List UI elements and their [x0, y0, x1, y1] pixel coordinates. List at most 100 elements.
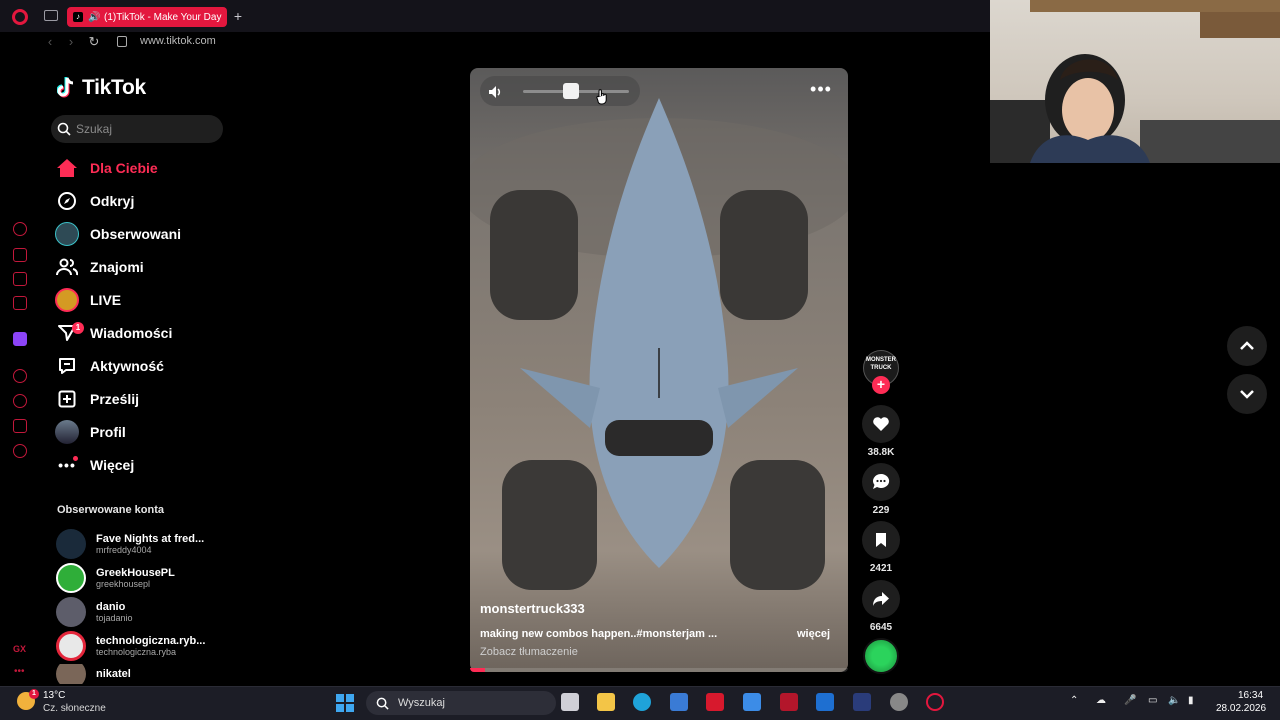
- microphone-icon[interactable]: 🎤: [1124, 695, 1136, 706]
- video-description: making new combos happen..#monsterjam ..…: [480, 628, 718, 640]
- video-progress-fill: [470, 668, 486, 672]
- speaker-icon[interactable]: 🔊: [88, 12, 100, 23]
- steam-icon[interactable]: [890, 693, 908, 711]
- gx-icon[interactable]: GX: [13, 644, 26, 654]
- previous-video-button[interactable]: [1227, 326, 1267, 366]
- pen-app-icon[interactable]: [743, 693, 761, 711]
- weather-badge: 1: [29, 689, 39, 699]
- history-refresh-icon[interactable]: [13, 222, 27, 236]
- more-notification-dot: [73, 456, 78, 461]
- gmail-icon[interactable]: [13, 296, 27, 310]
- music-disc-icon[interactable]: [863, 638, 899, 674]
- live-icon: [54, 287, 80, 313]
- nav-item-messages[interactable]: Wiadomości: [54, 320, 172, 346]
- back-icon[interactable]: ‹: [43, 34, 57, 50]
- twitch-icon[interactable]: [13, 332, 27, 346]
- tiktok-logo[interactable]: TikTok: [57, 76, 146, 100]
- nav-item-for-you[interactable]: Dla Ciebie: [54, 155, 158, 181]
- edge-icon[interactable]: [633, 693, 651, 711]
- friends-icon: [54, 254, 80, 280]
- clock-icon[interactable]: [13, 394, 27, 408]
- next-video-button[interactable]: [1227, 374, 1267, 414]
- volume-icon[interactable]: 🔈: [1168, 695, 1180, 706]
- avatar: [56, 631, 86, 661]
- reload-icon[interactable]: ↻: [87, 34, 101, 50]
- nav-item-more[interactable]: ••• Więcej: [54, 452, 134, 478]
- url-text[interactable]: www.tiktok.com: [140, 35, 216, 47]
- pattern-icon[interactable]: [13, 272, 27, 286]
- network-icon[interactable]: ▭: [1148, 695, 1157, 706]
- player-icon[interactable]: [13, 369, 27, 383]
- inbox-icon: [54, 353, 80, 379]
- shop-icon[interactable]: [13, 248, 27, 262]
- opera-sidebar: [0, 54, 38, 686]
- office-l-icon[interactable]: [706, 693, 724, 711]
- avatar-icon: [54, 221, 80, 247]
- like-button[interactable]: [862, 405, 900, 443]
- followed-account[interactable]: GreekHousePL greekhousepl: [56, 563, 226, 593]
- clock-date[interactable]: 28.02.2026: [1216, 703, 1266, 714]
- profile-avatar-icon: [54, 419, 80, 445]
- nav-item-explore[interactable]: Odkryj: [54, 188, 134, 214]
- save-button[interactable]: [862, 521, 900, 559]
- translate-link[interactable]: Zobacz tłumaczenie: [480, 646, 578, 658]
- search-icon: [376, 697, 389, 710]
- disney-plus-icon[interactable]: [853, 693, 871, 711]
- nav-item-upload[interactable]: Prześlij: [54, 386, 139, 412]
- followed-account[interactable]: danio tojadanio: [56, 597, 226, 627]
- compass-icon: [54, 188, 80, 214]
- tiktok-favicon-icon: ♪: [73, 12, 83, 22]
- comment-button[interactable]: [862, 463, 900, 501]
- forward-icon[interactable]: ›: [64, 34, 78, 50]
- mcafee-icon[interactable]: [780, 693, 798, 711]
- webcam-image: [990, 0, 1280, 163]
- extensions-icon[interactable]: [13, 419, 27, 433]
- video-progress-bar[interactable]: [470, 668, 848, 672]
- nav-item-friends[interactable]: Znajomi: [54, 254, 144, 280]
- onedrive-icon[interactable]: ☁: [1096, 695, 1106, 706]
- nav-label: Znajomi: [90, 259, 144, 275]
- task-view-icon[interactable]: [561, 693, 579, 711]
- home-icon: [54, 155, 80, 181]
- taskbar-search[interactable]: Wyszukaj: [366, 691, 556, 715]
- settings-icon[interactable]: [13, 444, 27, 458]
- nav-item-following[interactable]: Obserwowani: [54, 221, 181, 247]
- tab-islands-icon[interactable]: [44, 10, 58, 21]
- save-count: 2421: [869, 563, 893, 574]
- video-username[interactable]: monstertruck333: [480, 601, 585, 616]
- mouse-cursor-icon: [596, 89, 607, 105]
- followed-account[interactable]: nikatel: [56, 664, 226, 684]
- nav-item-profile[interactable]: Profil: [54, 419, 126, 445]
- start-button[interactable]: [336, 694, 354, 712]
- weather-description[interactable]: Cz. słoneczne: [43, 703, 106, 714]
- file-explorer-icon[interactable]: [597, 693, 615, 711]
- volume-slider-handle[interactable]: [562, 83, 579, 99]
- opera-gx-taskbar-icon[interactable]: [926, 693, 944, 711]
- search-input[interactable]: [76, 122, 216, 136]
- mail-icon[interactable]: [816, 693, 834, 711]
- share-button[interactable]: [862, 580, 900, 618]
- sidebar-more-icon[interactable]: •••: [14, 666, 25, 677]
- weather-temperature[interactable]: 13°C: [43, 690, 65, 701]
- store-icon[interactable]: [670, 693, 688, 711]
- tab-title: (1)TikTok - Make Your Day: [104, 11, 222, 23]
- speaker-icon[interactable]: [487, 84, 503, 100]
- followed-account[interactable]: Fave Nights at fred... mrfreddy4004: [56, 529, 226, 559]
- browser-tab-tiktok[interactable]: ♪ 🔊 (1)TikTok - Make Your Day: [67, 7, 227, 27]
- nav-item-activity[interactable]: Aktywność: [54, 353, 164, 379]
- new-tab-button[interactable]: +: [231, 8, 245, 24]
- video-player[interactable]: [470, 68, 848, 672]
- battery-icon[interactable]: ▮: [1188, 695, 1194, 706]
- search-box[interactable]: [51, 115, 223, 143]
- see-more-button[interactable]: więcej: [797, 628, 830, 640]
- follow-button[interactable]: +: [872, 376, 890, 394]
- opera-logo-icon[interactable]: [12, 9, 28, 25]
- clock-time[interactable]: 16:34: [1238, 690, 1263, 701]
- nav-item-live[interactable]: LIVE: [54, 287, 121, 313]
- followed-account[interactable]: technologiczna.ryb... technologiczna.ryba: [56, 631, 226, 661]
- lock-icon: [117, 36, 127, 47]
- taskbar-search-label: Wyszukaj: [398, 697, 445, 709]
- video-more-icon[interactable]: •••: [810, 80, 832, 98]
- share-icon: [873, 592, 889, 606]
- tray-chevron-up-icon[interactable]: ⌃: [1070, 695, 1078, 706]
